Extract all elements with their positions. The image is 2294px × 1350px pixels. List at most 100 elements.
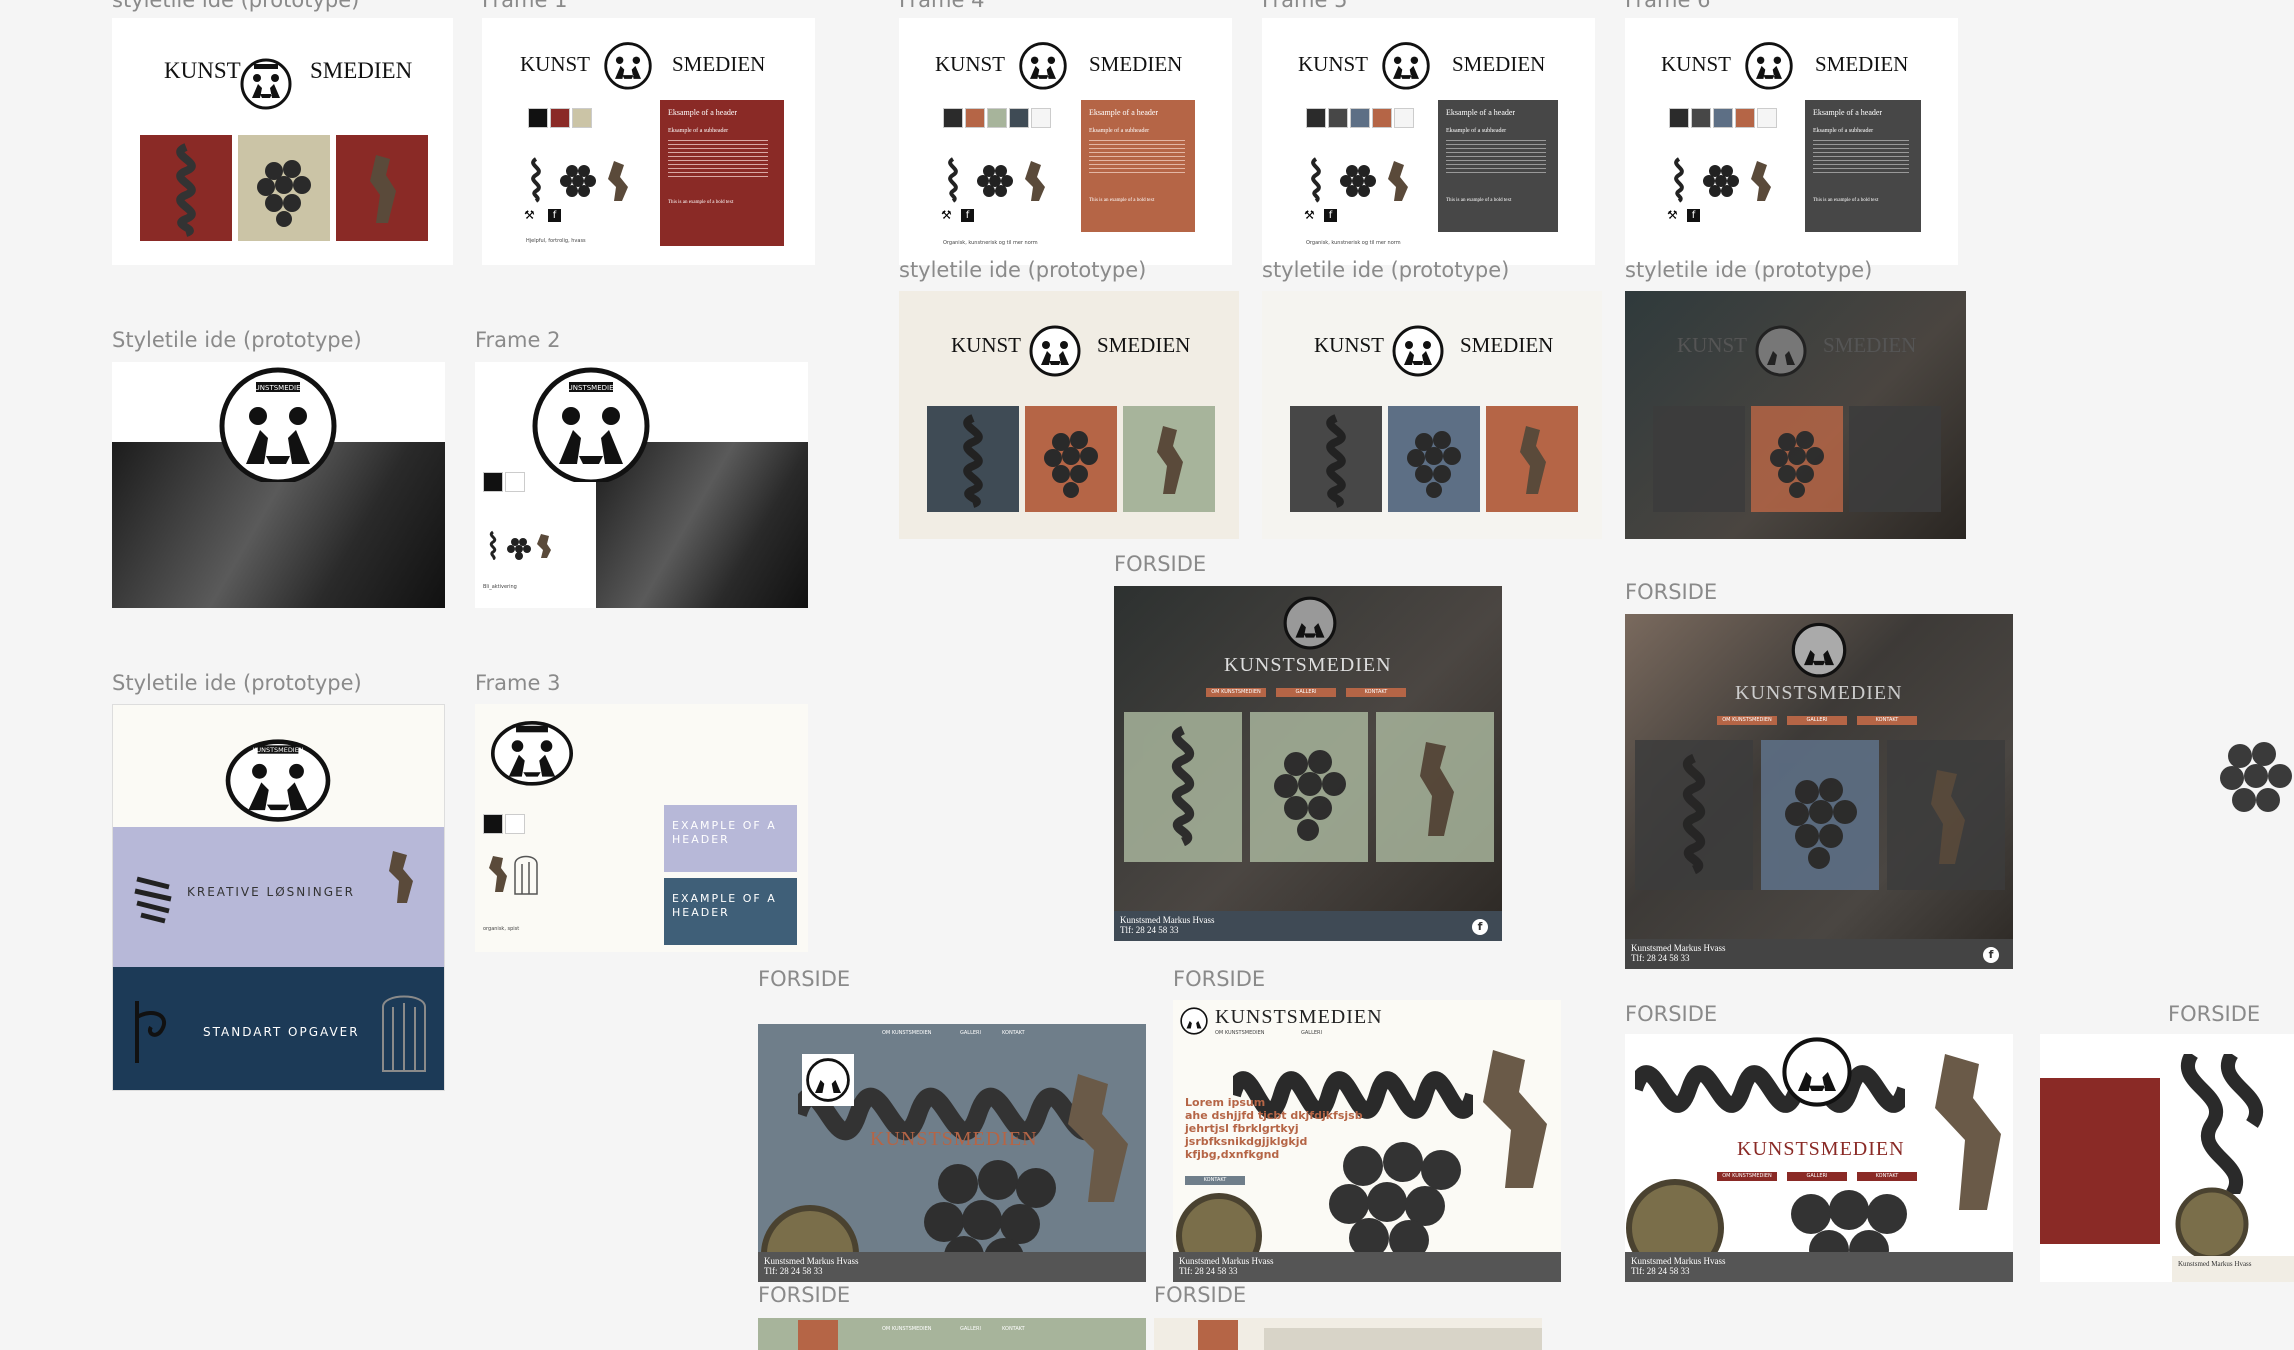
nav-om-link[interactable]: OM KUNSTSMEDIEN — [882, 1030, 931, 1036]
frame-label-styletile-b[interactable]: styletile ide (prototype) — [1262, 258, 1509, 282]
frame-label-frame-1[interactable]: Frame 1 — [482, 0, 567, 12]
frame-styletile-a[interactable]: KUNST SMEDIEN — [899, 291, 1239, 539]
frame-label-frame-6[interactable]: Frame 6 — [1625, 0, 1710, 12]
frame-4[interactable]: KUNST SMEDIEN ⚒ f Organisk, kunstnerisk … — [899, 18, 1232, 265]
nav-galleri-link[interactable]: GALLERI — [1301, 1030, 1322, 1036]
frame-label-styletile-a[interactable]: styletile ide (prototype) — [899, 258, 1146, 282]
site-title: KUNSTSMEDIEN — [1224, 654, 1392, 676]
frame-styletile-2[interactable]: KUNSTSMEDIEN — [112, 362, 445, 608]
frame-forside-7[interactable]: OM KUNSTSMEDIEN GALLERI KONTAKT — [758, 1318, 1146, 1350]
figure-sculpture-icon — [1935, 1054, 2001, 1210]
nav-kontakt-button[interactable]: KONTAKT — [1857, 1172, 1917, 1181]
facebook-icon[interactable]: f — [961, 209, 974, 222]
anvil-logo-icon — [604, 42, 652, 90]
frame-styletile-top[interactable]: KUNST SMEDIEN — [112, 18, 453, 265]
anvil-icon: ⚒ — [941, 208, 952, 222]
frame-label-forside[interactable]: FORSIDE — [1154, 1283, 1246, 1307]
facebook-icon[interactable]: f — [1472, 919, 1488, 935]
frame-forside-5[interactable]: KUNSTSMEDIEN OM KUNSTSMEDIEN GALLERI KON… — [1625, 1034, 2013, 1282]
svg-text:KUNSTSMEDIEN: KUNSTSMEDIEN — [250, 384, 306, 392]
nav-kontakt-link[interactable]: KONTAKT — [1002, 1030, 1025, 1036]
frame-styletile-b[interactable]: KUNST SMEDIEN — [1262, 291, 1602, 539]
frame-label-forside[interactable]: FORSIDE — [758, 1283, 850, 1307]
example-header: Eksample of a header — [668, 108, 738, 117]
frame-label-forside[interactable]: FORSIDE — [1114, 552, 1206, 576]
nav-galleri-button[interactable]: GALLERI — [1276, 688, 1336, 697]
nav-om-button[interactable]: OM KUNSTSMEDIEN — [1206, 688, 1266, 697]
frame-label-frame-5[interactable]: Frame 5 — [1262, 0, 1347, 12]
frame-5[interactable]: KUNST SMEDIEN ⚒ f Organisk, kunstnerisk … — [1262, 18, 1595, 265]
facebook-icon[interactable]: f — [548, 209, 561, 222]
body-text-lines — [1089, 140, 1185, 176]
brand-kunst: KUNST — [1314, 333, 1385, 357]
anvil-logo-icon — [1791, 622, 1847, 678]
frame-forside-3[interactable]: OM KUNSTSMEDIEN GALLERI KONTAKT KUNSTSME… — [758, 1024, 1146, 1282]
kontakt-button[interactable]: KONTAKT — [1185, 1176, 1245, 1185]
facebook-icon[interactable]: f — [1324, 209, 1337, 222]
nav-om-button[interactable]: OM KUNSTSMEDIEN — [1717, 716, 1777, 725]
frame-label-styletile-top[interactable]: styletile ide (prototype) — [112, 0, 359, 12]
frame-forside-1[interactable]: KUNSTSMEDIEN OM KUNSTSMEDIEN GALLERI KON… — [1114, 586, 1502, 941]
facebook-icon[interactable]: f — [1687, 209, 1700, 222]
frame-forside-2[interactable]: KUNSTSMEDIEN OM KUNSTSMEDIEN GALLERI KON… — [1625, 614, 2013, 969]
nav-galleri-button[interactable]: GALLERI — [1787, 1172, 1847, 1181]
card-charcoal — [1290, 406, 1382, 512]
anvil-icon: ⚒ — [1667, 208, 1678, 222]
anvil-logo-icon — [1019, 42, 1067, 90]
frame-forside-4[interactable]: KUNSTSMEDIEN OM KUNSTSMEDIEN GALLERI Lor… — [1173, 1000, 1561, 1282]
frame-1[interactable]: KUNST SMEDIEN ⚒ f Hjelpful, fortrolig, h… — [482, 18, 815, 265]
anvil-logo-icon — [1283, 596, 1337, 650]
facebook-icon[interactable]: f — [1983, 947, 1999, 963]
frame-styletile-c[interactable]: KUNST SMEDIEN — [1625, 291, 1966, 539]
card-balls[interactable] — [1761, 740, 1879, 890]
product-icons — [489, 855, 538, 895]
spiral-icon — [134, 876, 172, 924]
body-text-lines — [1813, 140, 1909, 176]
nav-kontakt-button[interactable]: KONTAKT — [1857, 716, 1917, 725]
footer-name: Kunstsmed Markus Hvass — [1631, 1256, 1726, 1266]
card-figure[interactable] — [1376, 712, 1494, 862]
nav-galleri-link[interactable]: GALLERI — [960, 1326, 981, 1332]
nav-om-link[interactable]: OM KUNSTSMEDIEN — [882, 1326, 931, 1332]
site-footer: Kunstsmed Markus Hvass Tlf: 28 24 58 33 — [1625, 1252, 2013, 1282]
anvil-logo-icon — [1382, 42, 1430, 90]
frame-label-frame-3[interactable]: Frame 3 — [475, 671, 560, 695]
card-sage — [1123, 406, 1215, 512]
frame-label-forside[interactable]: FORSIDE — [1625, 580, 1717, 604]
figure-sculpture-icon — [1483, 1050, 1547, 1188]
frame-6[interactable]: KUNST SMEDIEN ⚒ f Eksample of a header E… — [1625, 18, 1958, 265]
frame-2[interactable]: KUNSTSMEDIEN Bli_aktivering — [475, 362, 808, 608]
card-spiral[interactable] — [1635, 740, 1753, 890]
frame-label-forside[interactable]: FORSIDE — [1625, 1002, 1717, 1026]
frame-label-frame-4[interactable]: Frame 4 — [899, 0, 984, 12]
frame-forside-6[interactable]: Kunstsmed Markus Hvass — [2040, 1034, 2294, 1282]
frame-label-styletile-3[interactable]: Styletile ide (prototype) — [112, 671, 362, 695]
card-spiral[interactable] — [1124, 712, 1242, 862]
nav-kontakt-link[interactable]: KONTAKT — [1002, 1326, 1025, 1332]
figure-sculpture-icon — [370, 155, 396, 223]
frame-3[interactable]: organisk, spist EXAMPLE OF A HEADER EXAM… — [475, 704, 808, 952]
frame-label-forside[interactable]: FORSIDE — [758, 967, 850, 991]
swatch-steel — [1713, 108, 1733, 128]
frame-forside-8[interactable] — [1154, 1318, 1542, 1350]
hero-image-strip — [1264, 1328, 1542, 1350]
nav-om-link[interactable]: OM KUNSTSMEDIEN — [1215, 1030, 1264, 1036]
frame-label-styletile-c[interactable]: styletile ide (prototype) — [1625, 258, 1872, 282]
nav-kontakt-button[interactable]: KONTAKT — [1346, 688, 1406, 697]
frame-label-forside[interactable]: FORSIDE — [1173, 967, 1265, 991]
card-balls[interactable] — [1250, 712, 1368, 862]
design-canvas[interactable]: styletile ide (prototype) Frame 1 Frame … — [0, 0, 2294, 1350]
swatch-steel — [1350, 108, 1370, 128]
swatch-dark — [1306, 108, 1326, 128]
frame-label-forside[interactable]: FORSIDE — [2168, 1002, 2260, 1026]
footer-phone: Tlf: 28 24 58 33 — [764, 1266, 823, 1276]
frame-label-styletile-2[interactable]: Styletile ide (prototype) — [112, 328, 362, 352]
swatch-terracotta — [1735, 108, 1755, 128]
nav-galleri-link[interactable]: GALLERI — [960, 1030, 981, 1036]
frame-label-frame-2[interactable]: Frame 2 — [475, 328, 560, 352]
card-figure[interactable] — [1887, 740, 2005, 890]
nav-galleri-button[interactable]: GALLERI — [1787, 716, 1847, 725]
frame-styletile-3[interactable]: KUNSTSMEDIEN KREATIVE LØSNINGER STANDART… — [112, 704, 445, 1091]
swatch-black — [483, 472, 503, 492]
brand-smedien: SMEDIEN — [1815, 52, 1909, 76]
